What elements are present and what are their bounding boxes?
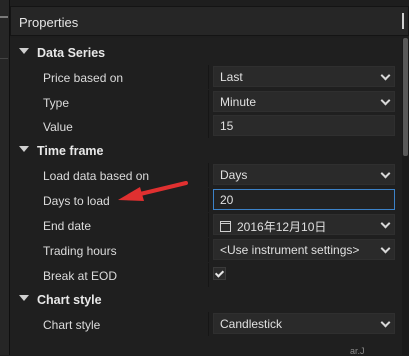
row-type: Type Minute: [10, 90, 402, 114]
dropdown-value: <Use instrument settings>: [220, 243, 360, 257]
category-label: Data Series: [37, 46, 106, 60]
left-strip-marker: [0, 16, 8, 18]
row-label: End date: [43, 219, 92, 233]
category-chart-style[interactable]: Chart style: [10, 288, 402, 312]
price-based-on-dropdown[interactable]: Last: [213, 66, 395, 87]
chevron-down-icon: [380, 95, 391, 106]
chevron-down-icon: [380, 218, 391, 229]
input-value: 15: [220, 119, 234, 133]
load-data-based-on-dropdown[interactable]: Days: [213, 164, 395, 185]
row-trading-hours: Trading hours <Use instrument settings>: [10, 238, 402, 262]
category-label: Chart style: [37, 293, 102, 307]
row-divider: [208, 163, 209, 187]
row-label: Load data based on: [43, 169, 150, 183]
row-label: Chart style: [43, 318, 101, 332]
row-divider: [208, 238, 209, 262]
row-divider: [208, 114, 209, 138]
break-at-eod-checkbox[interactable]: [213, 267, 226, 280]
row-label: Trading hours: [43, 244, 117, 258]
vertical-scrollbar[interactable]: [402, 38, 409, 355]
category-data-series[interactable]: Data Series: [10, 41, 402, 65]
row-load-data-based-on: Load data based on Days: [10, 163, 402, 187]
left-strip-divider: [0, 58, 8, 59]
panel-title: Properties: [19, 15, 79, 30]
dropdown-value: Days: [220, 168, 248, 182]
dropdown-value: Candlestick: [220, 317, 283, 331]
row-break-at-eod: Break at EOD: [10, 263, 402, 287]
panel-edge-icon[interactable]: [402, 13, 409, 29]
properties-title-bar: Properties: [10, 6, 409, 36]
calendar-icon: [220, 221, 231, 233]
row-divider: [208, 188, 209, 212]
row-price-based-on: Price based on Last: [10, 65, 402, 89]
chart-style-dropdown[interactable]: Candlestick: [213, 313, 395, 334]
collapse-arrow-icon[interactable]: [19, 295, 29, 301]
row-divider: [208, 90, 209, 114]
type-dropdown[interactable]: Minute: [213, 91, 395, 112]
left-panel-strip: [0, 0, 10, 355]
row-label: Days to load: [43, 194, 110, 208]
category-label: Time frame: [37, 144, 104, 158]
end-date-picker[interactable]: 2016年12月10日: [213, 214, 395, 235]
days-to-load-input[interactable]: 20: [213, 189, 395, 210]
row-chart-style: Chart style Candlestick: [10, 312, 402, 336]
date-value: 2016年12月10日: [237, 220, 327, 234]
chevron-down-icon: [380, 70, 391, 81]
row-divider: [208, 213, 209, 237]
chevron-down-icon: [380, 168, 391, 179]
scrollbar-thumb[interactable]: [403, 38, 408, 156]
row-label: Break at EOD: [43, 269, 118, 283]
category-time-frame[interactable]: Time frame: [10, 139, 402, 163]
row-value: Value 15: [10, 114, 402, 138]
row-label: Value: [43, 120, 73, 134]
chevron-down-icon: [380, 243, 391, 254]
collapse-arrow-icon[interactable]: [19, 48, 29, 54]
chevron-down-icon: [380, 317, 391, 328]
row-divider: [208, 263, 209, 287]
property-grid: Data Series Price based on Last Type Min…: [10, 38, 402, 355]
row-label: Type: [43, 96, 70, 110]
input-value: 20: [220, 193, 234, 207]
row-label: Price based on: [43, 71, 124, 85]
row-end-date: End date 2016年12月10日: [10, 213, 402, 237]
collapse-arrow-icon[interactable]: [19, 146, 29, 152]
dropdown-value: Last: [220, 70, 243, 84]
value-input[interactable]: 15: [213, 115, 395, 136]
trading-hours-dropdown[interactable]: <Use instrument settings>: [213, 239, 395, 260]
row-days-to-load: Days to load 20: [10, 188, 402, 212]
dropdown-value: Minute: [220, 95, 257, 109]
row-divider: [208, 312, 209, 336]
row-divider: [208, 65, 209, 89]
